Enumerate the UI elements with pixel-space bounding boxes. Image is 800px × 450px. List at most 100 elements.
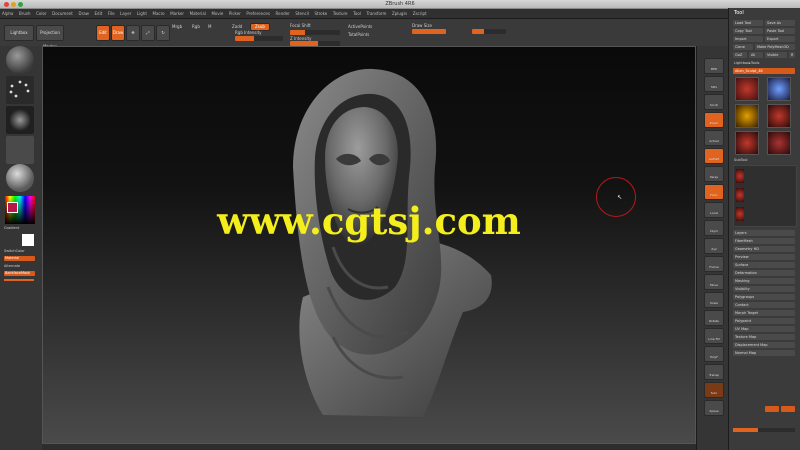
secondary-color-swatch[interactable] — [22, 234, 34, 246]
tool-thumbnail[interactable] — [767, 104, 791, 128]
menu-item[interactable]: Stencil — [295, 9, 309, 18]
brush-thumbnail[interactable] — [6, 46, 34, 74]
material-thumbnail[interactable] — [6, 164, 34, 192]
preview-section[interactable]: Preview — [733, 254, 795, 260]
floor-button[interactable]: Floor — [704, 184, 724, 200]
color-picker[interactable] — [5, 196, 35, 224]
menu-item[interactable]: Edit — [95, 9, 103, 18]
gradient-label[interactable]: Gradient — [4, 226, 19, 230]
menu-item[interactable]: Macro — [153, 9, 165, 18]
lightbox-button[interactable]: Lightbox — [4, 25, 34, 41]
zoom-button[interactable]: Zoom — [704, 112, 724, 128]
scale-button[interactable]: Scale — [704, 292, 724, 308]
menu-item[interactable]: Draw — [78, 9, 88, 18]
export-button[interactable]: Export — [765, 36, 795, 42]
make-polymesh-button[interactable]: Make PolyMesh3D — [755, 44, 795, 50]
menu-item[interactable]: Material — [190, 9, 206, 18]
menu-item[interactable]: Picker — [229, 9, 241, 18]
rgb-intensity-slider[interactable] — [235, 36, 283, 41]
save-as-button[interactable]: Save As — [765, 20, 795, 26]
polypaint-section[interactable]: Polypaint — [733, 318, 795, 324]
menu-item[interactable]: Zscript — [413, 9, 427, 18]
clone-button[interactable]: Clone — [733, 44, 753, 50]
menu-item[interactable]: Marker — [170, 9, 184, 18]
all-button[interactable]: All — [749, 52, 763, 58]
texture-map-section[interactable]: Texture Map — [733, 334, 795, 340]
draw-size-slider[interactable] — [412, 29, 446, 34]
contact-section[interactable]: Contact — [733, 302, 795, 308]
import-button[interactable]: Import — [733, 36, 763, 42]
surface-section[interactable]: Surface — [733, 262, 795, 268]
menu-item[interactable]: Color — [36, 9, 46, 18]
local-button[interactable]: Local — [704, 202, 724, 218]
tool-thumbnail[interactable] — [735, 77, 759, 101]
persp-button[interactable]: Persp — [704, 166, 724, 182]
visible-button[interactable]: Visible — [765, 52, 787, 58]
layers-section[interactable]: Layers — [733, 230, 795, 236]
scale-icon[interactable]: ⤢ — [141, 25, 155, 41]
line-fill-button[interactable]: Line Fill — [704, 328, 724, 344]
panel-slider[interactable] — [733, 428, 795, 432]
canvas-viewport[interactable]: www.cgtsj.com ↖ — [42, 46, 696, 444]
geometry-hd-section[interactable]: Geometry HD — [733, 246, 795, 252]
menu-item[interactable]: Zplugin — [392, 9, 407, 18]
texture-thumbnail[interactable] — [6, 136, 34, 164]
transp-button[interactable]: Transp — [704, 364, 724, 380]
alpha-thumbnail[interactable] — [6, 106, 34, 134]
aahalf-button[interactable]: AAHalf — [704, 148, 724, 164]
normal-map-section[interactable]: Normal Map — [733, 350, 795, 356]
actual-button[interactable]: Actual — [704, 130, 724, 146]
tool-thumbnail[interactable] — [735, 104, 759, 128]
edit-mode-button[interactable]: Edit — [96, 25, 110, 41]
masking-section[interactable]: Masking — [733, 278, 795, 284]
displacement-map-section[interactable]: Displacement Map — [733, 342, 795, 348]
stroke-dots-icon[interactable] — [6, 76, 34, 104]
menu-item[interactable]: File — [108, 9, 115, 18]
rgb-button[interactable]: Rgb — [192, 24, 200, 29]
dynamic-slider[interactable] — [472, 29, 506, 34]
orange-toggle[interactable] — [781, 406, 795, 412]
paste-tool-button[interactable]: Paste Tool — [765, 28, 795, 34]
visibility-section[interactable]: Visibility — [733, 286, 795, 292]
scroll-button[interactable]: Scroll — [704, 94, 724, 110]
orange-toggle[interactable] — [765, 406, 779, 412]
backface-mask-toggle[interactable]: BackfaceMask — [4, 271, 35, 276]
solo-button[interactable]: Solo — [704, 382, 724, 398]
move-button[interactable]: Move — [704, 274, 724, 290]
switch-color-label[interactable]: SwitchColor — [4, 249, 25, 253]
xyz-button[interactable]: Xyz — [704, 238, 724, 254]
menu-item[interactable]: Transform — [366, 9, 386, 18]
tool-thumbnail[interactable] — [767, 131, 791, 155]
subtool-label[interactable]: SubTool — [734, 158, 747, 162]
menu-item[interactable]: Tool — [353, 9, 361, 18]
frame-button[interactable]: Frame — [704, 256, 724, 272]
lightbox-tools-label[interactable]: Lightbox▸Tools — [734, 61, 759, 65]
menu-item[interactable]: Render — [276, 9, 290, 18]
load-tool-button[interactable]: Load Tool — [733, 20, 763, 26]
xpose-button[interactable]: Xpose — [704, 400, 724, 416]
rotate-button[interactable]: Rotate — [704, 310, 724, 326]
copy-tool-button[interactable]: Copy Tool — [733, 28, 763, 34]
menu-item[interactable]: Preferences — [246, 9, 270, 18]
morph-target-section[interactable]: Morph Target — [733, 310, 795, 316]
draw-mode-button[interactable]: Draw — [111, 25, 125, 41]
projection-master-button[interactable]: Projection Master — [36, 25, 64, 49]
material-toggle[interactable]: Material — [4, 256, 35, 261]
tool-thumbnail[interactable] — [767, 77, 791, 101]
tool-thumbnail[interactable] — [735, 131, 759, 155]
goz-button[interactable]: GoZ — [733, 52, 747, 58]
zadd-label[interactable]: Zadd — [232, 24, 242, 29]
focal-shift-slider[interactable] — [290, 30, 340, 35]
r-button[interactable]: R — [789, 52, 795, 58]
polygroups-section[interactable]: Polygroups — [733, 294, 795, 300]
subtool-list[interactable] — [733, 165, 797, 227]
menu-item[interactable]: Document — [52, 9, 73, 18]
alternate-label[interactable]: Alternate — [4, 264, 20, 268]
menu-item[interactable]: Texture — [333, 9, 348, 18]
menu-item[interactable]: Movie — [211, 9, 223, 18]
tray-slider[interactable] — [4, 279, 34, 281]
uv-map-section[interactable]: UV Map — [733, 326, 795, 332]
polyf-button[interactable]: PolyF — [704, 346, 724, 362]
deformation-section[interactable]: Deformation — [733, 270, 795, 276]
spix-button[interactable]: SPix — [704, 76, 724, 92]
